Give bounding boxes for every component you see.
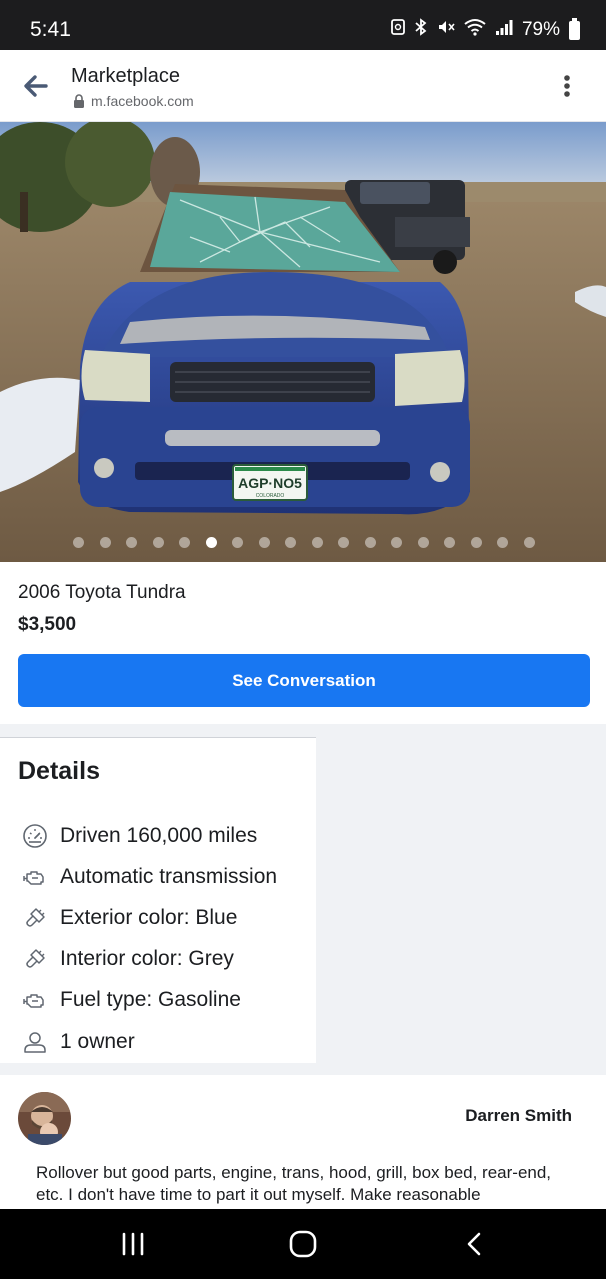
listing-price: $3,500 [18,614,77,635]
listing-description: Rollover but good parts, engine, trans, … [36,1163,552,1204]
license-plate-state: COLORADO [256,493,285,499]
back-button[interactable] [18,70,52,102]
gallery-dot[interactable] [205,537,217,548]
gallery-dot[interactable] [232,537,243,548]
more-options-button[interactable] [556,70,578,102]
seller-avatar[interactable] [18,1092,71,1145]
url-row: m.facebook.com [73,93,194,109]
wifi-icon [464,18,486,42]
gallery-dot[interactable] [258,537,270,548]
battery-icon [569,17,580,40]
gallery-dot[interactable] [152,537,164,548]
seller-card: Darren Smith Rollover but good parts, en… [0,1075,606,1209]
engine-icon [23,994,44,1008]
detail-text: 1 owner [60,1030,135,1053]
person-icon [24,1032,46,1053]
detail-row-mileage: Driven 160,000 miles [22,820,257,852]
gallery-dot[interactable] [73,537,84,548]
system-navigation-bar [0,1209,606,1279]
detail-text: Automatic transmission [60,865,278,888]
listing-title: 2006 Toyota Tundra [18,582,186,603]
detail-text: Fuel type: Gasoline [60,988,241,1011]
see-conversation-button[interactable]: See Conversation [18,654,590,707]
gallery-dot[interactable] [497,537,508,548]
back-nav-button[interactable] [455,1227,495,1261]
arrow-left-icon [24,75,48,97]
home-icon [289,1230,317,1258]
license-plate-text: AGP·NO5 [238,475,302,491]
detail-row-owners: 1 owner [22,1026,135,1058]
chevron-left-icon [467,1232,481,1256]
detail-text: Exterior color: Blue [60,906,238,929]
recent-apps-icon [122,1232,144,1256]
gallery-dot[interactable] [444,537,455,548]
detail-row-exterior-color: Exterior color: Blue [22,902,237,934]
details-card: Details Driven 160,000 miles Automatic t… [0,737,316,1063]
engine-icon [23,871,44,885]
gallery-dot[interactable] [179,537,190,548]
detail-row-fuel-type: Fuel type: Gasoline [22,984,241,1016]
gallery-dot[interactable] [470,537,482,548]
url-text: m.facebook.com [91,93,194,109]
gallery-dot[interactable] [99,537,111,548]
detail-text: Driven 160,000 miles [60,824,258,847]
gallery-dot[interactable] [311,537,323,548]
paint-brush-icon [26,908,45,927]
lock-icon [74,94,84,108]
status-bar: 5:41 79% [0,0,606,50]
detail-row-interior-color: Interior color: Grey [22,943,234,975]
browser-header: Marketplace m.facebook.com [0,50,606,122]
listing-photo[interactable]: AGP·NO5 COLORADO [0,122,606,562]
mute-icon [437,18,455,42]
gallery-dot[interactable] [285,537,296,548]
gallery-dot[interactable] [126,537,137,548]
vertical-dots-icon [564,75,570,97]
gallery-dot[interactable] [523,537,535,548]
paint-brush-icon [26,949,45,968]
gallery-dot[interactable] [391,537,402,548]
gallery-dot[interactable] [338,537,349,548]
gallery-dot[interactable] [364,537,376,548]
battery-percent: 79% [521,19,560,40]
status-time: 5:41 [30,18,71,41]
recent-apps-button[interactable] [113,1227,153,1261]
speedometer-icon [23,824,47,848]
home-button[interactable] [283,1227,323,1261]
details-heading: Details [18,757,100,785]
status-icons: 79% [391,17,580,42]
page-title: Marketplace [71,65,180,87]
detail-row-transmission: Automatic transmission [22,861,277,893]
signal-icon [495,18,513,42]
gallery-indicator [0,537,606,551]
bluetooth-icon [414,18,428,42]
detail-text: Interior color: Grey [60,947,234,970]
nfc-icon [391,18,405,42]
listing-summary: 2006 Toyota Tundra $3,500 See Conversati… [0,562,606,724]
gallery-dot[interactable] [417,537,429,548]
seller-name[interactable]: Darren Smith [465,1106,572,1126]
